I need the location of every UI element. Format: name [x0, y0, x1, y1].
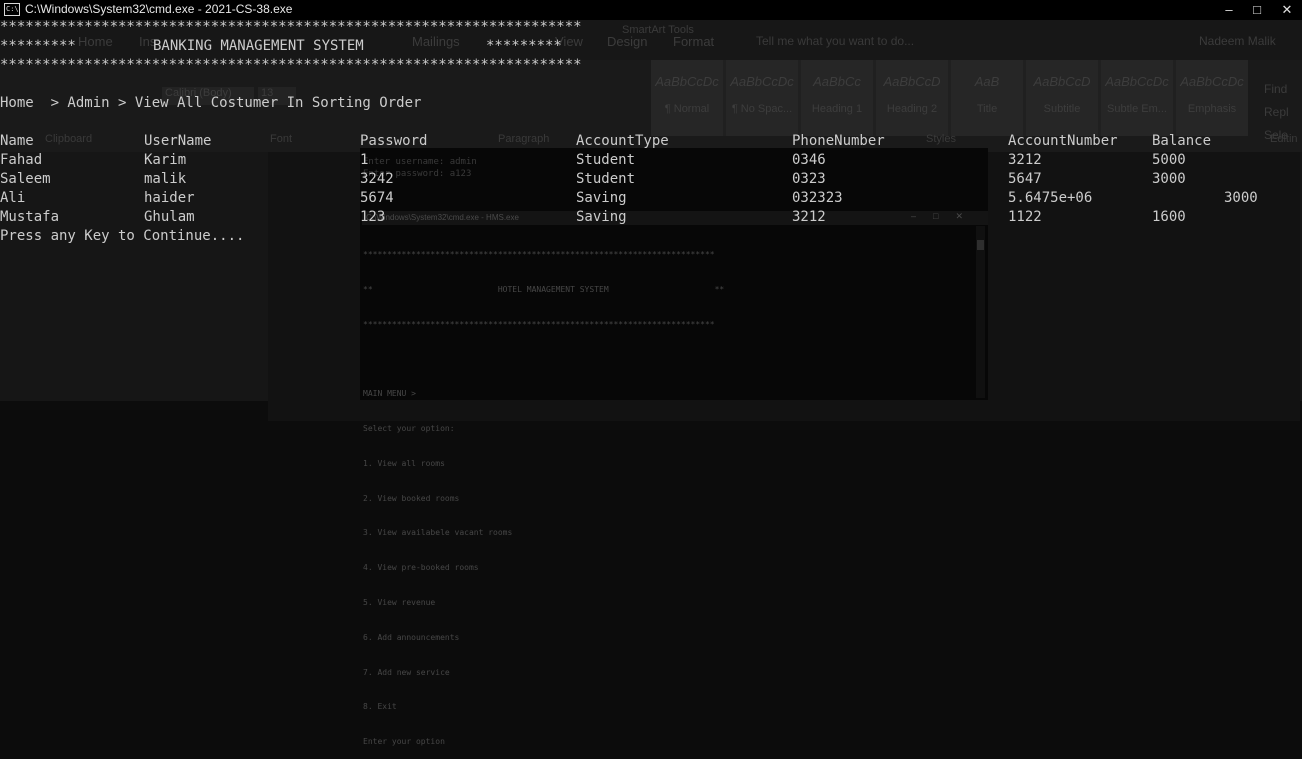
select-button: Sele: [1264, 128, 1289, 142]
group-paragraph: Paragraph: [498, 133, 550, 145]
maximize-button[interactable]: □: [1244, 0, 1270, 20]
word-tab-design: Design: [607, 34, 648, 49]
table-cell: Student: [576, 152, 636, 168]
table-cell: 0323: [792, 171, 826, 187]
tell-me-box: Tell me what you want to do...: [756, 34, 915, 48]
table-cell: 5.6475e+06: [1008, 190, 1093, 206]
replace-button: Repl: [1264, 105, 1289, 119]
word-user-name: Nadeem Malik: [1199, 34, 1276, 48]
table-cell: Saleem: [0, 171, 51, 187]
table-cell: Saving: [576, 209, 627, 225]
cmd-icon[interactable]: C:\: [4, 3, 20, 16]
style-heading-1: AaBbCc Heading 1: [801, 60, 873, 136]
table-cell: 5647: [1008, 171, 1042, 187]
breadcrumb: Home > Admin > View All Costumer In Sort…: [0, 95, 422, 111]
table-cell: 3212: [792, 209, 826, 225]
group-clipboard: Clipboard: [45, 133, 93, 145]
style-no-spacing: AaBbCcDc ¶ No Spac...: [726, 60, 798, 136]
col-header-balance: Balance: [1152, 133, 1212, 149]
group-font: Font: [270, 133, 293, 145]
table-cell: Ghulam: [144, 209, 195, 225]
col-header-name: Name: [0, 133, 34, 149]
table-cell: 3000: [1152, 171, 1186, 187]
table-cell: 1600: [1152, 209, 1186, 225]
table-cell: 3212: [1008, 152, 1042, 168]
col-header-password: Password: [360, 133, 428, 149]
inner-console-title: C:\Windows\System32\cmd.exe - HMS.exe: [362, 211, 988, 225]
border-line-top: ****************************************…: [0, 19, 582, 35]
close-button[interactable]: ✕: [1274, 0, 1300, 20]
col-header-accountnumber: AccountNumber: [1008, 133, 1118, 149]
table-cell: 123: [360, 209, 386, 225]
style-emphasis: AaBbCcDc Emphasis: [1176, 60, 1248, 136]
inner-scrollbar-thumb: [977, 240, 984, 250]
style-subtitle: AaBbCcD Subtitle: [1026, 60, 1098, 136]
col-header-accounttype: AccountType: [576, 133, 669, 149]
inner-window-controls: –□✕: [911, 211, 980, 221]
stars-left: *********: [0, 38, 76, 54]
table-cell: Ali: [0, 190, 26, 206]
table-cell: 0346: [792, 152, 826, 168]
inner-console-text: ****************************************…: [363, 250, 725, 747]
table-cell: Saving: [576, 190, 627, 206]
find-button: Find: [1264, 82, 1288, 96]
border-line-bottom: ****************************************…: [0, 57, 582, 73]
style-normal: AaBbCcDc ¶ Normal: [651, 60, 723, 136]
styles-gallery: AaBbCcDc ¶ Normal AaBbCcDc ¶ No Spac... Aa…: [651, 60, 1248, 136]
table-cell: 5674: [360, 190, 394, 206]
window-title: C:\Windows\System32\cmd.exe - 2021-CS-38…: [25, 2, 293, 16]
smartart-tools-label: SmartArt Tools: [622, 24, 694, 36]
style-subtle-emphasis: AaBbCcDc Subtle Em...: [1101, 60, 1173, 136]
table-cell: 1122: [1008, 209, 1042, 225]
table-cell: 032323: [792, 190, 843, 206]
style-heading-2: AaBbCcD Heading 2: [876, 60, 948, 136]
continue-prompt: Press any Key to Continue....: [0, 228, 245, 244]
table-cell: 3000: [1224, 190, 1258, 206]
table-cell: haider: [144, 190, 195, 206]
system-header: BANKING MANAGEMENT SYSTEM: [153, 38, 364, 54]
style-title: AaB Title: [951, 60, 1023, 136]
table-cell: Karim: [144, 152, 187, 168]
group-styles: Styles: [926, 133, 956, 145]
table-cell: 5000: [1152, 152, 1186, 168]
minimize-button[interactable]: –: [1216, 0, 1242, 20]
table-cell: Fahad: [0, 152, 43, 168]
table-cell: Student: [576, 171, 636, 187]
stars-right: *********: [486, 38, 562, 54]
table-cell: Mustafa: [0, 209, 60, 225]
table-cell: malik: [144, 171, 187, 187]
col-header-phonenumber: PhoneNumber: [792, 133, 885, 149]
inner-scrollbar: [976, 226, 985, 398]
table-cell: 1: [360, 152, 369, 168]
console-title-bar[interactable]: C:\ C:\Windows\System32\cmd.exe - 2021-C…: [0, 0, 1302, 20]
col-header-username: UserName: [144, 133, 212, 149]
table-cell: 3242: [360, 171, 394, 187]
word-tab-format: Format: [673, 34, 715, 49]
